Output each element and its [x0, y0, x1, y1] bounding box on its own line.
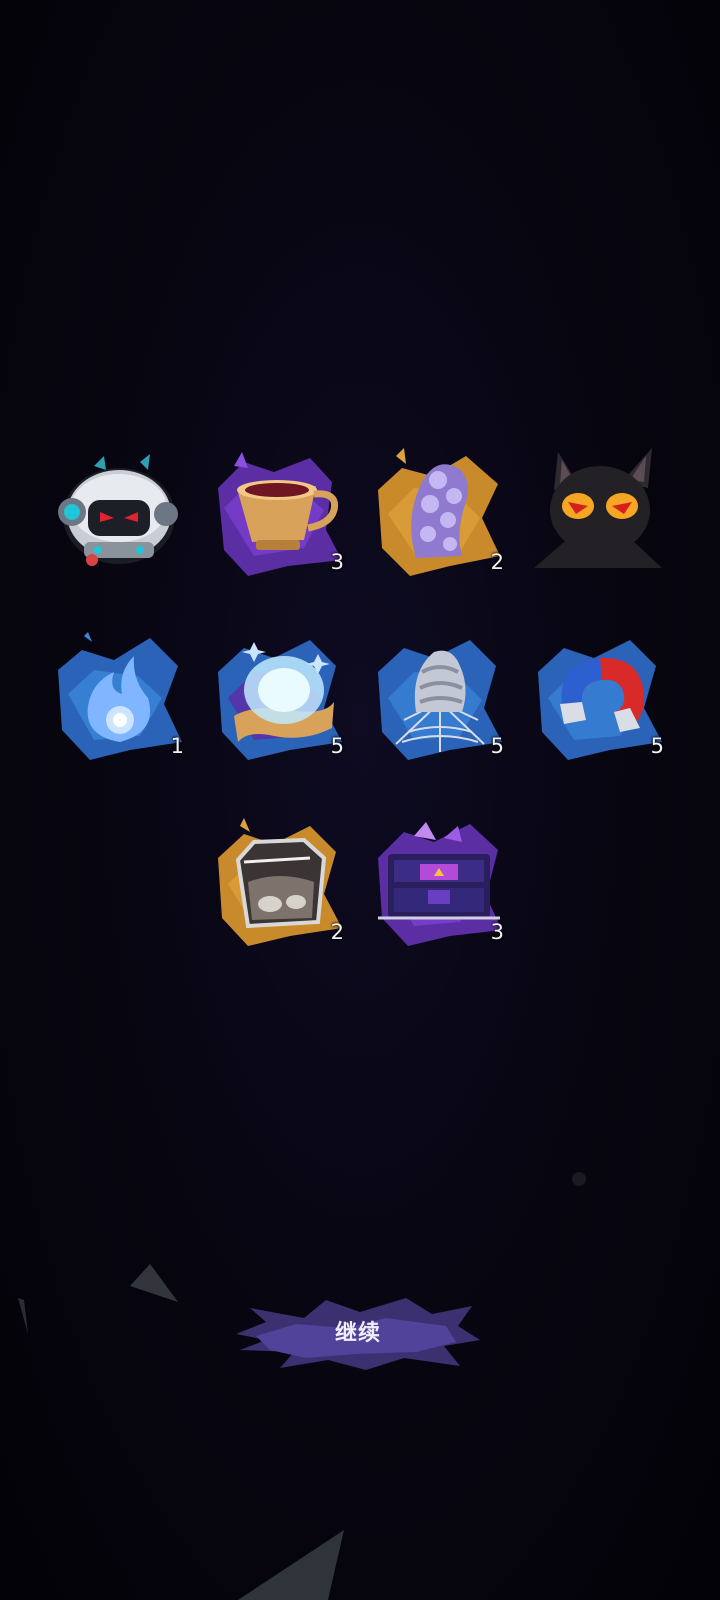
item-tentacle[interactable]: 2 — [374, 448, 504, 578]
continue-button[interactable]: 继续 — [236, 1296, 480, 1372]
robot-drone-icon — [58, 454, 178, 566]
purple-chest-icon — [378, 822, 502, 946]
item-black-cat[interactable] — [534, 444, 664, 574]
continue-label: 继续 — [334, 1321, 381, 1346]
black-cat-icon — [534, 448, 662, 568]
spider-web-icon — [378, 640, 502, 760]
background-shard-left-edge — [18, 1298, 28, 1334]
item-count: 5 — [330, 734, 344, 758]
item-spider-web[interactable]: 5 — [374, 632, 504, 762]
item-magic-scroll[interactable]: 5 — [214, 632, 344, 762]
item-count: 3 — [490, 920, 504, 944]
item-count: 2 — [330, 920, 344, 944]
blue-flame-icon — [58, 632, 182, 760]
item-purple-chest[interactable]: 3 — [374, 818, 504, 948]
background-shard-bottom — [238, 1530, 344, 1600]
glass-jar-icon — [218, 818, 342, 946]
tea-cup-icon — [218, 452, 342, 576]
item-tea-cup[interactable]: 3 — [214, 448, 344, 578]
item-blue-flame[interactable]: 1 — [54, 632, 184, 762]
item-count: 1 — [170, 734, 184, 758]
background-dot — [572, 1172, 586, 1186]
item-robot-drone[interactable] — [54, 448, 184, 578]
item-count: 3 — [330, 550, 344, 574]
reward-screen: 3 2 1 5 5 5 2 3 继续 — [0, 0, 720, 1600]
background-shard-top-left — [130, 1264, 178, 1302]
item-count: 5 — [490, 734, 504, 758]
tentacle-icon — [378, 448, 500, 576]
magnet-icon — [538, 640, 662, 760]
magic-scroll-icon — [218, 640, 342, 760]
item-magnet[interactable]: 5 — [534, 632, 664, 762]
item-count: 5 — [650, 734, 664, 758]
item-glass-jar[interactable]: 2 — [214, 818, 344, 948]
item-count: 2 — [490, 550, 504, 574]
